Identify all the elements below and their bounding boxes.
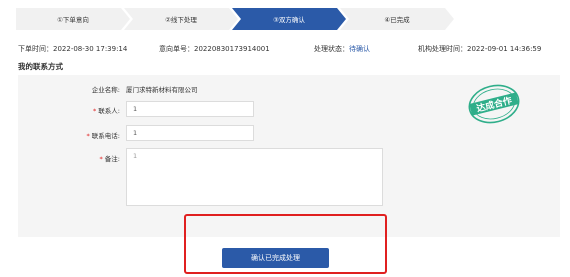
- step-label: ①下单意向: [57, 16, 89, 24]
- contact-field[interactable]: 1: [126, 101, 254, 117]
- company-label-text: 企业名称:: [91, 86, 120, 94]
- company-value: 厦门求特新材料有限公司: [126, 86, 198, 94]
- intent-no-value: 20220830173914001: [194, 45, 270, 53]
- step-1: ①下单意向: [16, 8, 130, 30]
- phone-label: * 联系电话:: [70, 130, 120, 140]
- contact-label: * 联系人:: [70, 105, 120, 115]
- remark-textarea[interactable]: 1: [126, 148, 383, 206]
- process-status: 处理状态：待确认: [314, 44, 370, 54]
- step-label: ②线下处理: [165, 16, 197, 24]
- step-label: ④已完成: [384, 16, 410, 24]
- order-time: 下单时间：2022-08-30 17:39:14: [18, 44, 127, 54]
- order-time-label: 下单时间：: [18, 45, 53, 53]
- contact-label-text: 联系人:: [98, 107, 120, 115]
- org-time-label: 机构处理时间：: [418, 45, 467, 53]
- intent-no-label: 意向单号：: [159, 45, 194, 53]
- required-mark: *: [99, 155, 103, 163]
- step-4: ④已完成: [340, 8, 454, 30]
- phone-field[interactable]: 1: [126, 125, 254, 141]
- step-label: ③双方确认: [273, 16, 305, 24]
- remark-label-text: 备注:: [104, 155, 120, 163]
- section-title: 我的联系方式: [18, 62, 63, 71]
- step-3-active: ③双方确认: [232, 8, 346, 30]
- company-label: 企业名称:: [70, 84, 120, 94]
- confirm-complete-button[interactable]: 确认已完成处理: [222, 248, 329, 268]
- status-badge: 待确认: [349, 45, 370, 53]
- status-label: 处理状态：: [314, 45, 349, 53]
- org-process-time: 机构处理时间：2022-09-01 14:36:59: [418, 44, 541, 54]
- step-2: ②线下处理: [124, 8, 238, 30]
- progress-steps: ①下单意向 ②线下处理 ③双方确认 ④已完成: [16, 8, 454, 30]
- intent-no: 意向单号：20220830173914001: [159, 44, 270, 54]
- required-mark: *: [93, 107, 97, 115]
- order-time-value: 2022-08-30 17:39:14: [53, 45, 128, 53]
- cooperation-stamp-icon: 达成合作: [468, 84, 520, 124]
- phone-label-text: 联系电话:: [91, 132, 120, 140]
- required-mark: *: [86, 132, 90, 140]
- remark-label: * 备注:: [70, 153, 120, 163]
- org-time-value: 2022-09-01 14:36:59: [467, 45, 542, 53]
- stamp-text: 达成合作: [475, 94, 513, 114]
